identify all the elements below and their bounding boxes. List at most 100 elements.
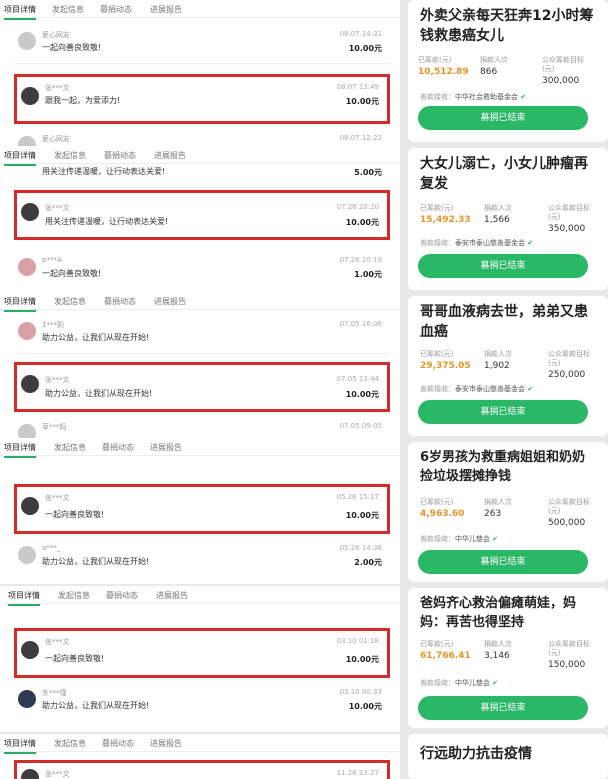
raised-label: 已筹款(元) xyxy=(420,640,454,648)
tab-project-details[interactable]: 项目详情 xyxy=(4,4,36,20)
target-amount: 300,000 xyxy=(542,76,580,86)
raised-amount: 61,766.41 xyxy=(420,651,471,661)
donor-count: 1,902 xyxy=(484,361,510,371)
highlighted-donation-row: 张***文 05.26 15:17 一起向善良致敬! 10.00元 xyxy=(14,484,390,534)
tab-initiator-info[interactable]: 发起信息 xyxy=(54,442,86,453)
tab-progress-report[interactable]: 进展报告 xyxy=(156,590,188,601)
tab-fundraising-updates[interactable]: 募捐动态 xyxy=(102,738,134,749)
target-amount: 350,000 xyxy=(548,224,586,234)
tab-fundraising-updates[interactable]: 募捐动态 xyxy=(106,590,138,601)
donation-amount: 10.00元 xyxy=(348,702,382,711)
tab-bar: 项目详情 发起信息 募捐动态 进展报告 xyxy=(0,734,400,754)
donation-message: 一起向善良致敬! xyxy=(42,269,102,278)
target-label: 公众筹款目标(元) xyxy=(548,640,590,657)
tab-project-details[interactable]: 项目详情 xyxy=(4,738,36,754)
raised-label: 已筹款(元) xyxy=(420,498,454,506)
yin-yang-avatar xyxy=(18,690,36,708)
project-card[interactable]: 行远助力抗击疫情 xyxy=(408,734,608,779)
project-card[interactable]: 哥哥血液病去世，弟弟又患血癌 已筹款(元) 29,375.05 捐款人次 1,9… xyxy=(408,296,608,436)
verified-check-icon: ✔ xyxy=(527,239,534,247)
donor-name: p***A xyxy=(42,256,62,264)
donation-amount: 10.00元 xyxy=(345,390,379,399)
donation-message: 用关注传递温暖，让行动表达关爱! xyxy=(45,217,169,226)
avatar xyxy=(18,32,36,50)
donation-row: 用关注传递温暖，让行动表达关爱! 5.00元 xyxy=(14,160,390,188)
donors-label: 捐款人次 xyxy=(484,640,512,648)
donation-amount: 2.00元 xyxy=(354,558,382,567)
tab-bar: 项目详情 发起信息 募捐动态 进展报告 xyxy=(0,0,400,20)
donation-message: 一起向善良致敬! xyxy=(42,43,102,52)
donation-amount: 10.00元 xyxy=(345,218,379,227)
tab-fundraising-updates[interactable]: 募捐动态 xyxy=(100,4,132,15)
highlighted-donation-row: 张***文 11.28 13:27 xyxy=(14,760,390,779)
raised-amount: 4,963.60 xyxy=(420,509,465,519)
avatar xyxy=(21,769,39,779)
donation-panel: 项目详情 发起信息 募捐动态 进展报告 用关注传递温暖，让行动表达关爱! 5.0… xyxy=(0,146,400,292)
donation-time: 07.05 16:06 xyxy=(339,320,382,328)
project-title: 外卖父亲每天狂奔12小时筹钱救患癌女儿 xyxy=(420,8,594,44)
donation-time: 07.26 20:19 xyxy=(339,256,382,264)
avatar xyxy=(21,641,39,659)
recipient-org: 善款接收：泰安市泰山慈善基金会 ✔ xyxy=(420,385,534,393)
recipient-org: 善款接收：泰安市泰山慈善基金会 ✔ xyxy=(420,239,534,247)
donation-time: 07.05 13:44 xyxy=(336,375,379,383)
raised-label: 已筹款(元) xyxy=(420,204,454,212)
target-amount: 500,000 xyxy=(548,518,586,528)
project-card[interactable]: 大女儿溺亡，小女儿肿瘤再复发 已筹款(元) 15,492.33 捐款人次 1,5… xyxy=(408,148,608,290)
donation-row: a***_ 05.26 14:38 助力公益，让我们从现在开始! 2.00元 xyxy=(14,538,390,578)
donors-label: 捐款人次 xyxy=(484,350,512,358)
donation-row: 草***妈 07.05 09:05 xyxy=(14,416,390,438)
fundraising-ended-button[interactable]: 募捐已结束 xyxy=(418,400,588,424)
tab-initiator-info[interactable]: 发起信息 xyxy=(54,296,86,307)
target-label: 公众筹款目标(元) xyxy=(548,350,590,367)
donor-count: 1,566 xyxy=(484,215,510,225)
donation-time: 08.07 12:22 xyxy=(339,134,382,142)
tab-bar: 项目详情 发起信息 募捐动态 进展报告 xyxy=(0,292,400,312)
tab-progress-report[interactable]: 进展报告 xyxy=(150,442,182,453)
avatar xyxy=(18,258,36,276)
donation-row: 爱心网友 08.07 14:31 一起向善良致敬! 10.00元 xyxy=(14,24,390,64)
fundraising-ended-button[interactable]: 募捐已结束 xyxy=(418,254,588,278)
tab-progress-report[interactable]: 进展报告 xyxy=(154,296,186,307)
tab-project-details[interactable]: 项目详情 xyxy=(8,590,40,606)
tab-initiator-info[interactable]: 发起信息 xyxy=(54,738,86,749)
donation-time: 05.26 15:17 xyxy=(336,493,379,501)
donation-panel: 项目详情 发起信息 募捐动态 进展报告 张***文 05.26 15:17 一起… xyxy=(0,438,400,584)
raised-label: 已筹款(元) xyxy=(418,56,452,64)
tab-initiator-info[interactable]: 发起信息 xyxy=(58,590,90,601)
donation-message: 用关注传递温暖，让行动表达关爱! xyxy=(42,167,166,176)
donation-message: 一起向善良致敬! xyxy=(45,654,105,663)
donation-row: 1***奶 07.05 16:06 助力公益，让我们从现在开始! xyxy=(14,314,390,354)
avatar xyxy=(18,136,36,146)
tab-progress-report[interactable]: 进展报告 xyxy=(150,4,182,15)
project-card[interactable]: 爸妈齐心救治偏瘫萌娃，妈妈：再苦也得坚持 已筹款(元) 61,766.41 捐款… xyxy=(408,588,608,728)
donation-time: 08.07 13:49 xyxy=(336,83,379,91)
fundraising-ended-button[interactable]: 募捐已结束 xyxy=(418,696,588,720)
avatar xyxy=(18,546,36,564)
verified-check-icon: ✔ xyxy=(492,679,499,687)
recipient-org: 善款接收：中华社会救助基金会 ✔ xyxy=(420,93,527,101)
fundraising-ended-button[interactable]: 募捐已结束 xyxy=(418,106,588,130)
tab-project-details[interactable]: 项目详情 xyxy=(4,296,36,312)
tab-fundraising-updates[interactable]: 募捐动态 xyxy=(102,442,134,453)
fundraising-ended-button[interactable]: 募捐已结束 xyxy=(418,550,588,574)
donor-name: 爱心网友 xyxy=(42,31,70,39)
avatar xyxy=(21,375,39,393)
donor-count: 866 xyxy=(480,67,498,77)
donor-name: 草***妈 xyxy=(42,423,67,431)
tab-progress-report[interactable]: 进展报告 xyxy=(150,738,182,749)
donor-name: 1***奶 xyxy=(42,321,64,329)
avatar xyxy=(18,322,36,340)
donation-time: 03.10 00:33 xyxy=(339,688,382,696)
tab-project-details[interactable]: 项目详情 xyxy=(4,442,36,458)
tab-fundraising-updates[interactable]: 募捐动态 xyxy=(104,296,136,307)
donation-message: 助力公益，让我们从现在开始! xyxy=(42,557,150,566)
tab-initiator-info[interactable]: 发起信息 xyxy=(52,4,84,15)
project-card[interactable]: 6岁男孩为救重病姐姐和奶奶捡垃圾摆摊挣钱 已筹款(元) 4,963.60 捐款人… xyxy=(408,442,608,582)
project-card[interactable]: 外卖父亲每天狂奔12小时筹钱救患癌女儿 已筹款(元) 10,512.89 捐款人… xyxy=(408,0,608,142)
divider xyxy=(14,63,390,64)
donation-amount: 10.00元 xyxy=(348,44,382,53)
project-title: 6岁男孩为救重病姐姐和奶奶捡垃圾摆摊挣钱 xyxy=(420,450,586,484)
tab-bar: 项目详情 发起信息 募捐动态 进展报告 xyxy=(0,586,400,606)
target-label: 公众筹款目标(元) xyxy=(542,56,584,73)
